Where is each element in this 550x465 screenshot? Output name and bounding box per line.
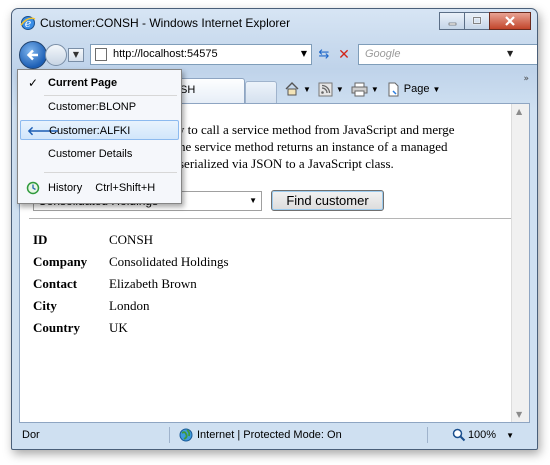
- checkmark-icon: ✓: [27, 76, 39, 90]
- search-placeholder: Google: [365, 48, 401, 60]
- status-bar: Dor Internet | Protected Mode: On 100% ▼: [19, 425, 530, 445]
- scroll-up-icon[interactable]: ▲: [516, 107, 522, 116]
- detail-row-id: ID CONSH: [33, 229, 229, 251]
- address-row: ▼ http://localhost:54575 ▼ ⇆ ✕ Google ▼: [12, 39, 537, 71]
- more-commands-chevron-icon[interactable]: »: [523, 74, 529, 84]
- security-zone[interactable]: Internet | Protected Mode: On: [179, 428, 342, 442]
- feeds-dropdown-icon[interactable]: ▼: [336, 85, 344, 94]
- detail-value: London: [109, 298, 150, 313]
- status-separator: [427, 427, 428, 443]
- maximize-button[interactable]: [464, 12, 490, 30]
- detail-value: CONSH: [109, 232, 154, 247]
- print-button[interactable]: ▼: [351, 80, 379, 98]
- divider: [29, 218, 511, 219]
- detail-row-city: City London: [33, 295, 229, 317]
- menu-item-customer-alfki[interactable]: 🡐 Customer:ALFKI: [20, 120, 179, 140]
- status-separator: [169, 427, 170, 443]
- menu-item-label: Current Page: [48, 77, 118, 89]
- back-button[interactable]: [19, 41, 47, 69]
- zoom-icon: [452, 428, 466, 442]
- address-dropdown-icon[interactable]: ▼: [301, 49, 307, 58]
- globe-icon: [179, 428, 193, 442]
- chevron-down-icon: ▼: [249, 196, 257, 205]
- history-dropdown-menu: ✓ Current Page Customer:BLONP 🡐 Customer…: [17, 69, 182, 204]
- menu-item-customer-details[interactable]: Customer Details: [20, 144, 179, 164]
- menu-item-customer-blonp[interactable]: Customer:BLONP: [20, 97, 179, 117]
- menu-item-label: Customer:ALFKI: [49, 125, 131, 137]
- detail-label: Company: [33, 254, 88, 269]
- customer-details: ID CONSH Company Consolidated Holdings C…: [33, 229, 229, 339]
- detail-label: Contact: [33, 276, 78, 291]
- page-menu-label: Page: [403, 83, 430, 95]
- menu-separator: [44, 172, 177, 173]
- refresh-button[interactable]: ⇆: [316, 47, 332, 63]
- status-text: Dor: [22, 429, 40, 441]
- detail-value: Consolidated Holdings: [109, 254, 229, 269]
- address-url: http://localhost:54575: [113, 48, 218, 60]
- home-dropdown-icon[interactable]: ▼: [303, 85, 311, 94]
- feeds-button[interactable]: ▼: [318, 80, 344, 98]
- home-button[interactable]: ▼: [284, 80, 311, 98]
- internet-explorer-icon: e: [20, 16, 36, 30]
- menu-separator: [44, 95, 177, 96]
- menu-item-label: Customer Details: [48, 148, 133, 160]
- page-menu-button[interactable]: Page ▼: [386, 80, 441, 98]
- security-zone-label: Internet | Protected Mode: On: [197, 429, 342, 441]
- detail-label: Country: [33, 320, 80, 335]
- page-dropdown-icon: ▼: [432, 84, 441, 94]
- address-bar[interactable]: http://localhost:54575 ▼: [90, 44, 312, 65]
- recent-pages-dropdown[interactable]: ▼: [68, 48, 84, 62]
- search-options-icon[interactable]: ▼: [507, 49, 513, 58]
- caption-buttons: [439, 12, 531, 30]
- detail-value: UK: [109, 320, 128, 335]
- new-tab-button[interactable]: [245, 81, 277, 103]
- detail-value: Elizabeth Brown: [109, 276, 197, 291]
- zoom-level: 100%: [467, 429, 497, 441]
- minimize-icon: [448, 22, 457, 26]
- detail-row-company: Company Consolidated Holdings: [33, 251, 229, 273]
- history-icon: [26, 181, 40, 195]
- back-arrow-icon: [26, 49, 38, 61]
- vertical-scrollbar[interactable]: ▲ ▼: [511, 104, 529, 422]
- detail-row-contact: Contact Elizabeth Brown: [33, 273, 229, 295]
- command-bar: ▼ ▼ ▼ Page ▼: [284, 80, 440, 98]
- menu-item-history[interactable]: History Ctrl+Shift+H: [20, 178, 179, 198]
- print-dropdown-icon[interactable]: ▼: [371, 85, 379, 94]
- tab-label: SH: [180, 84, 196, 96]
- back-arrow-icon: 🡐: [27, 124, 60, 138]
- detail-label: City: [33, 298, 57, 313]
- menu-item-label: History Ctrl+Shift+H: [48, 182, 155, 194]
- detail-row-country: Country UK: [33, 317, 229, 339]
- page-icon: [95, 48, 107, 61]
- menu-item-label: Customer:BLONP: [48, 101, 137, 113]
- printer-icon: [351, 82, 368, 96]
- close-button[interactable]: [489, 12, 531, 30]
- rss-feed-icon: [318, 82, 333, 96]
- minimize-button[interactable]: [439, 12, 465, 30]
- zoom-control[interactable]: 100% ▼: [452, 428, 514, 442]
- title-bar: e Customer:CONSH - Windows Internet Expl…: [12, 9, 537, 37]
- detail-label: ID: [33, 232, 48, 247]
- close-icon: [505, 16, 515, 26]
- menu-item-current-page[interactable]: ✓ Current Page: [20, 73, 179, 93]
- history-shortcut: Ctrl+Shift+H: [95, 182, 156, 194]
- zoom-dropdown-icon: ▼: [506, 430, 514, 440]
- forward-button[interactable]: [45, 44, 67, 66]
- page-icon: [388, 82, 399, 96]
- scroll-down-icon[interactable]: ▼: [516, 410, 522, 419]
- window-title: Customer:CONSH - Windows Internet Explor…: [40, 16, 291, 30]
- maximize-icon: [472, 16, 482, 25]
- find-customer-button[interactable]: Find customer: [271, 190, 384, 211]
- stop-button[interactable]: ✕: [336, 47, 352, 63]
- history-label: History: [48, 182, 83, 194]
- home-icon: [285, 82, 299, 96]
